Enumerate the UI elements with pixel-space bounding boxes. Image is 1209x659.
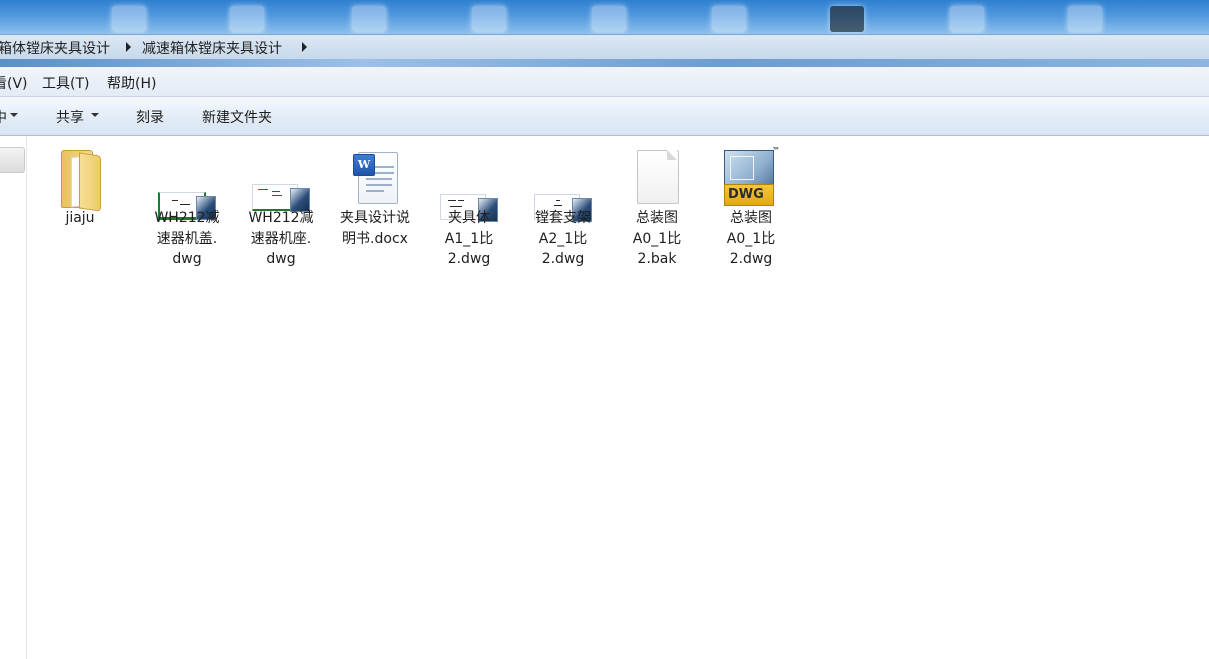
trademark-icon: ™	[772, 146, 780, 155]
chevron-down-icon[interactable]	[10, 113, 18, 117]
window-title-bar	[0, 0, 1209, 34]
file-item-jiaju[interactable]: jiaju	[35, 148, 125, 278]
file-item-dwg[interactable]: DWG ™ 总装图 A0_1比 2.dwg	[706, 146, 796, 278]
word-document-icon: W	[352, 150, 398, 204]
file-name: 总装图 A0_1比 2.dwg	[726, 210, 776, 267]
burn-button[interactable]: 刻录	[136, 107, 164, 127]
file-item-dwg[interactable]: 镗套支架 A2_1比 2.dwg	[518, 148, 608, 278]
taskbar-thumbnail	[830, 6, 864, 32]
taskbar-thumbnail	[472, 6, 506, 32]
breadcrumb[interactable]: 箱体镗床夹具设计 减速箱体镗床夹具设计	[0, 34, 1209, 60]
taskbar-thumbnail	[352, 6, 386, 32]
file-item-dwg[interactable]: WH212减 速器机座. dwg	[236, 148, 326, 278]
breadcrumb-chevron-icon[interactable]	[302, 42, 307, 52]
menu-help[interactable]: 帮助(H)	[107, 73, 156, 93]
file-name: 镗套支架 A2_1比 2.dwg	[535, 210, 591, 267]
file-name: WH212减 速器机盖. dwg	[154, 210, 220, 267]
breadcrumb-item-parent[interactable]: 箱体镗床夹具设计	[0, 38, 110, 58]
dwg-badge: DWG	[724, 184, 774, 206]
menu-tools[interactable]: 工具(T)	[42, 73, 89, 93]
window-blur-strip	[0, 59, 1209, 67]
file-name: 夹具设计说 明书.docx	[340, 210, 410, 247]
menu-view[interactable]: 看(V)	[0, 73, 28, 93]
taskbar-thumbnail	[950, 6, 984, 32]
taskbar-thumbnail	[712, 6, 746, 32]
taskbar-thumbnail	[1068, 6, 1102, 32]
chevron-down-icon[interactable]	[91, 113, 99, 117]
file-name: 总装图 A0_1比 2.bak	[632, 210, 682, 267]
file-name: 夹具体 A1_1比 2.dwg	[444, 210, 494, 267]
share-button[interactable]: 共享	[56, 107, 84, 127]
blank-file-icon	[635, 150, 679, 204]
include-in-library-button[interactable]: 中	[0, 107, 7, 127]
file-item-dwg[interactable]: 夹具体 A1_1比 2.dwg	[424, 148, 514, 278]
navigation-pane[interactable]	[0, 136, 27, 659]
file-item-bak[interactable]: 总装图 A0_1比 2.bak	[612, 148, 702, 278]
command-toolbar: 中 共享 刻录 新建文件夹	[0, 97, 1209, 136]
file-item-docx[interactable]: W 夹具设计说 明书.docx	[330, 148, 420, 278]
taskbar-thumbnail	[230, 6, 264, 32]
taskbar-thumbnail	[592, 6, 626, 32]
breadcrumb-chevron-icon[interactable]	[126, 42, 131, 52]
folder-icon	[57, 150, 103, 212]
file-name: WH212减 速器机座. dwg	[248, 210, 314, 267]
breadcrumb-item-current[interactable]: 减速箱体镗床夹具设计	[142, 38, 282, 58]
dwg-app-icon: DWG ™	[722, 146, 780, 208]
taskbar-thumbnail	[112, 6, 146, 32]
nav-pane-item[interactable]	[0, 147, 25, 173]
menu-bar: 看(V) 工具(T) 帮助(H)	[0, 67, 1209, 97]
file-name: jiaju	[65, 210, 95, 226]
new-folder-button[interactable]: 新建文件夹	[202, 107, 272, 127]
word-badge: W	[353, 154, 375, 176]
file-list[interactable]: jiaju WH212减 速器机盖. dwg WH212减 速器机座. dwg	[27, 136, 1209, 659]
file-item-dwg[interactable]: WH212减 速器机盖. dwg	[142, 148, 232, 278]
